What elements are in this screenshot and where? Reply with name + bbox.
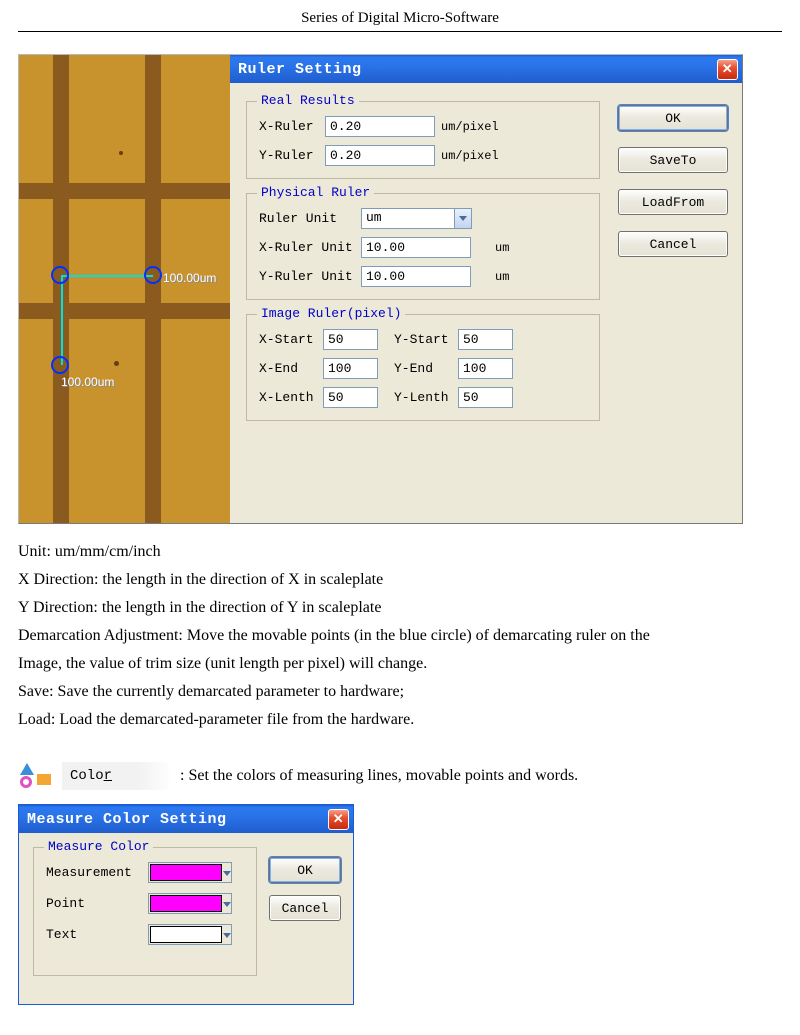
text-line: Y Direction: the length in the direction… [18,594,782,622]
movable-point[interactable] [51,266,69,284]
y-ruler-unit-label: Y-Ruler Unit [259,269,355,284]
dialog-title: Ruler Setting [238,61,362,78]
chevron-down-icon[interactable] [454,209,471,228]
cancel-button[interactable]: Cancel [618,231,728,257]
ylen-label: Y-Lenth [394,390,452,405]
text-line: Image, the value of trim size (unit leng… [18,650,782,678]
ok-button[interactable]: OK [269,857,341,883]
measurement-label-h: 100.00um [163,271,216,285]
measure-color-group: Measure Color Measurement Point [33,847,257,976]
point-color-dropdown[interactable] [148,893,232,914]
point-label: Point [46,896,138,911]
ylen-input[interactable] [458,387,513,408]
unit-label: um/pixel [441,120,499,134]
microscope-image: 100.00um 100.00um [19,55,230,523]
yend-label: Y-End [394,361,452,376]
text-line: Unit: um/mm/cm/inch [18,538,782,566]
group-legend: Image Ruler(pixel) [257,306,405,321]
unit-suffix: um [495,270,509,284]
measurement-label: Measurement [46,865,138,880]
unit-suffix: um [495,241,509,255]
group-legend: Measure Color [44,839,153,854]
chevron-down-icon[interactable] [223,925,231,944]
ruler-unit-dropdown[interactable]: um [361,208,472,229]
xlen-input[interactable] [323,387,378,408]
sample-bar [145,55,161,523]
group-legend: Real Results [257,93,359,108]
titlebar: Ruler Setting ✕ [230,55,742,83]
color-description: : Set the colors of measuring lines, mov… [180,767,578,785]
movable-point[interactable] [144,266,162,284]
saveto-button[interactable]: SaveTo [618,147,728,173]
close-button[interactable]: ✕ [717,59,738,80]
color-swatch [150,864,222,881]
text-line: Load: Load the demarcated-parameter file… [18,706,782,734]
color-swatch [150,926,222,943]
color-menu-label[interactable]: Color [62,762,172,790]
x-ruler-label: X-Ruler [259,119,319,134]
text-color-dropdown[interactable] [148,924,232,945]
body-text: Unit: um/mm/cm/inch X Direction: the len… [18,538,782,734]
chevron-down-icon[interactable] [223,863,231,882]
demarcation-ruler-v [61,275,63,365]
text-line: X Direction: the length in the direction… [18,566,782,594]
text-line: Demarcation Adjustment: Move the movable… [18,622,782,650]
measurement-label-v: 100.00um [61,375,114,389]
close-button[interactable]: ✕ [328,809,349,830]
y-ruler-label: Y-Ruler [259,148,319,163]
physical-ruler-group: Physical Ruler Ruler Unit um X-Ruler Uni… [246,193,600,300]
yend-input[interactable] [458,358,513,379]
color-swatch [150,895,222,912]
ystart-label: Y-Start [394,332,452,347]
demarcation-ruler-h [61,275,153,277]
x-ruler-unit-label: X-Ruler Unit [259,240,355,255]
ruler-setting-screenshot: 100.00um 100.00um Ruler Setting ✕ Real R… [18,54,743,524]
color-menu-item-row: Color : Set the colors of measuring line… [18,760,782,792]
ystart-input[interactable] [458,329,513,350]
loadfrom-button[interactable]: LoadFrom [618,189,728,215]
color-icon [18,760,54,792]
header-rule [18,31,782,32]
cancel-button[interactable]: Cancel [269,895,341,921]
x-ruler-unit-input[interactable] [361,237,471,258]
speck [114,361,119,366]
y-ruler-unit-input[interactable] [361,266,471,287]
xend-input[interactable] [323,358,378,379]
y-ruler-input[interactable] [325,145,435,166]
xstart-label: X-Start [259,332,317,347]
ok-button[interactable]: OK [618,105,728,131]
xend-label: X-End [259,361,317,376]
chevron-down-icon[interactable] [223,894,231,913]
ruler-setting-dialog: Ruler Setting ✕ Real Results X-Ruler um/… [230,55,742,523]
dialog-title: Measure Color Setting [27,811,227,828]
text-line: Save: Save the currently demarcated para… [18,678,782,706]
measure-color-dialog: Measure Color Setting ✕ Measure Color Me… [18,804,354,1005]
sample-bar [19,303,230,319]
group-legend: Physical Ruler [257,185,374,200]
dropdown-value: um [362,209,454,228]
page-title: Series of Digital Micro-Software [18,10,782,31]
text-label: Text [46,927,138,942]
xlen-label: X-Lenth [259,390,317,405]
movable-point[interactable] [51,356,69,374]
speck [119,151,123,155]
ruler-unit-label: Ruler Unit [259,211,355,226]
titlebar: Measure Color Setting ✕ [19,805,353,833]
image-ruler-group: Image Ruler(pixel) X-Start Y-Start X-End… [246,314,600,421]
xstart-input[interactable] [323,329,378,350]
sample-bar [19,183,230,199]
unit-label: um/pixel [441,149,499,163]
x-ruler-input[interactable] [325,116,435,137]
measurement-color-dropdown[interactable] [148,862,232,883]
real-results-group: Real Results X-Ruler um/pixel Y-Ruler um… [246,101,600,179]
